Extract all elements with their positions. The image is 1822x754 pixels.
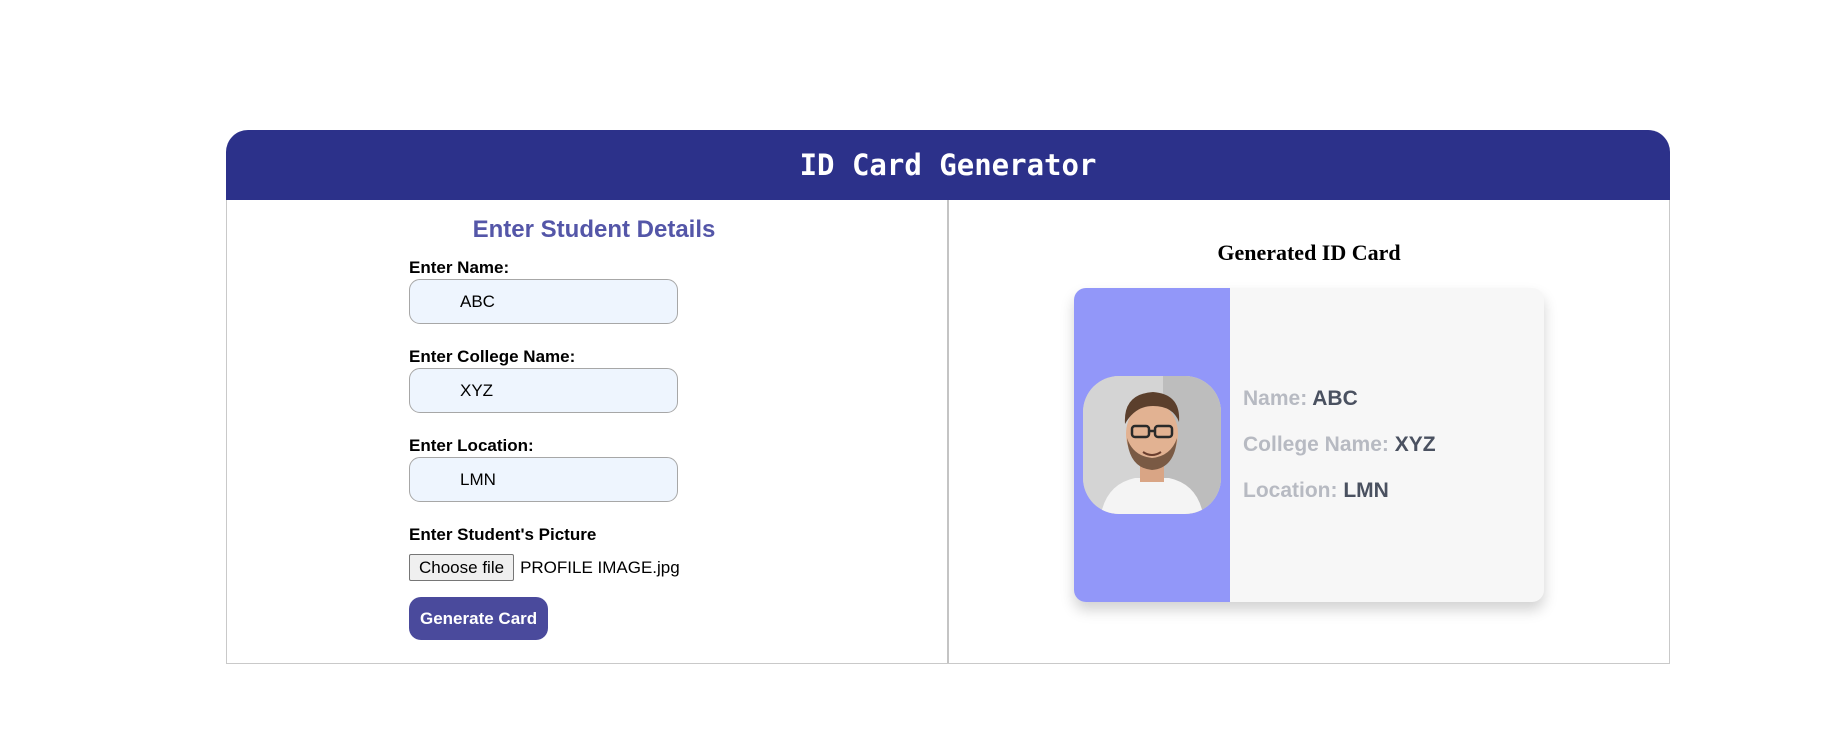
- profile-photo-icon: [1083, 376, 1221, 514]
- college-input[interactable]: [409, 368, 678, 413]
- card-name-value: ABC: [1312, 387, 1358, 410]
- app-title: ID Card Generator: [799, 148, 1097, 182]
- student-form: Enter Name: Enter College Name: Enter Lo…: [409, 258, 729, 640]
- id-card: Name: ABC College Name: XYZ Location: LM…: [1074, 288, 1544, 602]
- card-location-label: Location:: [1243, 479, 1338, 502]
- form-panel: Enter Student Details Enter Name: Enter …: [227, 200, 949, 663]
- picture-label: Enter Student's Picture: [409, 525, 597, 544]
- profile-photo: [1083, 376, 1221, 514]
- choose-file-button[interactable]: Choose file: [409, 554, 515, 581]
- card-college-row: College Name: XYZ: [1243, 433, 1436, 457]
- card-name-row: Name: ABC: [1243, 387, 1436, 411]
- college-label: Enter College Name:: [409, 347, 576, 366]
- card-college-label: College Name:: [1243, 433, 1389, 456]
- app-header: ID Card Generator: [226, 130, 1670, 200]
- card-college-value: XYZ: [1394, 433, 1436, 456]
- card-photo-strip: [1074, 288, 1230, 602]
- card-name-label: Name:: [1243, 387, 1308, 410]
- panels: Enter Student Details Enter Name: Enter …: [226, 200, 1670, 664]
- selected-file-name: PROFILE IMAGE.jpg: [520, 557, 680, 577]
- name-input[interactable]: [409, 279, 678, 324]
- file-picker: Choose file PROFILE IMAGE.jpg: [409, 554, 729, 581]
- location-label: Enter Location:: [409, 436, 534, 455]
- preview-panel: Generated ID Card Name: ABC College Name…: [949, 200, 1669, 663]
- card-heading: Generated ID Card: [1217, 240, 1401, 265]
- card-location-value: LMN: [1343, 479, 1389, 502]
- id-card-generator-app: ID Card Generator Enter Student Details …: [226, 130, 1670, 664]
- generate-card-button[interactable]: Generate Card: [409, 597, 549, 640]
- card-details: Name: ABC College Name: XYZ Location: LM…: [1230, 288, 1436, 602]
- location-input[interactable]: [409, 457, 678, 502]
- card-location-row: Location: LMN: [1243, 479, 1436, 503]
- name-label: Enter Name:: [409, 258, 510, 277]
- form-heading: Enter Student Details: [472, 216, 716, 243]
